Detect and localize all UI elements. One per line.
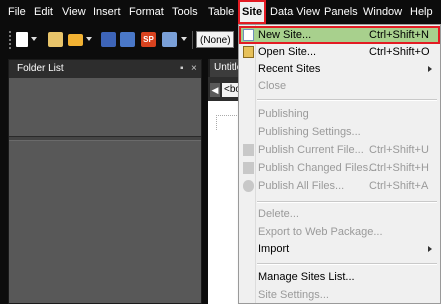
preview-icon[interactable] [162,32,177,47]
chevron-down-icon[interactable] [31,37,37,41]
menu-view[interactable]: View [62,0,86,24]
menu-item-shortcut: Ctrl+Shift+A [369,180,429,192]
menu-item-close[interactable]: Close [239,77,440,95]
open-icon[interactable] [48,32,63,47]
toolbar-divider [192,31,193,49]
menu-item-label: Export to Web Package... [258,226,383,238]
style-select[interactable]: (None) [196,31,234,48]
menu-item-label: Recent Sites [258,63,321,75]
chevron-down-icon[interactable] [86,37,92,41]
toolbar-grip[interactable] [9,31,13,49]
publish-current-icon [243,144,254,156]
submenu-arrow-icon [428,66,432,72]
menu-item-manage-sites-list[interactable]: Manage Sites List... [239,268,440,286]
menu-item-publishing[interactable]: Publishing [239,105,440,123]
menu-item-label: Publish Current File... [258,144,364,156]
panel-header: Folder List ▪ × [9,60,201,78]
menu-separator [257,99,437,101]
menu-panels[interactable]: Panels [324,0,358,24]
menu-file[interactable]: File [8,0,26,24]
menu-bar: File Edit View Insert Format Tools Table… [0,0,441,24]
open-site-icon [243,46,254,58]
menu-insert[interactable]: Insert [93,0,121,24]
menu-item-label: Publishing Settings... [258,126,361,138]
menu-item-delete[interactable]: Delete... [239,205,440,223]
menu-item-label: New Site... [258,29,312,41]
save-all-icon[interactable] [120,32,135,47]
new-site-icon [243,29,254,41]
new-page-icon[interactable] [16,32,28,47]
menu-item-shortcut: Ctrl+Shift+U [369,144,429,156]
menu-item-label: Publish Changed Files... [258,162,378,174]
menu-item-new-site[interactable]: New Site... Ctrl+Shift+N [239,26,440,44]
menu-tools[interactable]: Tools [172,0,198,24]
menu-item-label: Publish All Files... [258,180,345,192]
menu-item-label: Delete... [258,208,299,220]
menu-item-import[interactable]: Import [239,240,440,258]
chevron-left-icon[interactable]: ◀ [210,83,220,97]
menu-item-label: Open Site... [258,46,317,58]
menu-separator [257,263,437,265]
pin-icon[interactable]: ▪ [180,60,184,78]
menu-item-export-web-package[interactable]: Export to Web Package... [239,223,440,241]
menu-item-label: Publishing [258,108,309,120]
menu-item-open-site[interactable]: Open Site... Ctrl+Shift+O [239,43,440,61]
publish-all-icon [243,180,254,192]
submenu-arrow-icon [428,246,432,252]
menu-table[interactable]: Table [208,0,234,24]
menu-separator [257,201,437,203]
menu-item-shortcut: Ctrl+Shift+N [369,29,429,41]
folder-icon[interactable] [68,34,83,46]
save-icon[interactable] [101,32,116,47]
menu-format[interactable]: Format [129,0,164,24]
publish-changed-icon [243,162,254,174]
menu-item-shortcut: Ctrl+Shift+H [369,162,429,174]
menu-data-view[interactable]: Data View [270,0,320,24]
folder-list-panel: Folder List ▪ × ..... [8,59,202,304]
menu-item-shortcut: Ctrl+Shift+O [369,46,430,58]
menu-item-publish-changed-files[interactable]: Publish Changed Files... Ctrl+Shift+H [239,159,440,177]
site-menu-dropdown: New Site... Ctrl+Shift+N Open Site... Ct… [238,24,441,304]
menu-help[interactable]: Help [410,0,433,24]
menu-window[interactable]: Window [363,0,402,24]
panel-splitter[interactable] [9,136,201,141]
menu-item-label: Site Settings... [258,289,329,301]
menu-item-publishing-settings[interactable]: Publishing Settings... [239,123,440,141]
menu-item-label: Close [258,80,287,92]
sharepoint-icon[interactable]: SP [141,32,156,47]
menu-item-label: Import [258,243,290,255]
menu-site[interactable]: Site [238,0,267,24]
menu-item-publish-current-file[interactable]: Publish Current File... Ctrl+Shift+U [239,141,440,159]
menu-item-site-settings[interactable]: Site Settings... [239,286,440,304]
menu-item-label: Manage Sites List... [258,271,355,283]
panel-title: Folder List [17,63,64,74]
menu-item-recent-sites[interactable]: Recent Sites [239,60,440,78]
menu-edit[interactable]: Edit [34,0,53,24]
menu-item-publish-all-files[interactable]: Publish All Files... Ctrl+Shift+A [239,177,440,195]
close-icon[interactable]: × [191,60,197,78]
chevron-down-icon[interactable] [181,37,187,41]
